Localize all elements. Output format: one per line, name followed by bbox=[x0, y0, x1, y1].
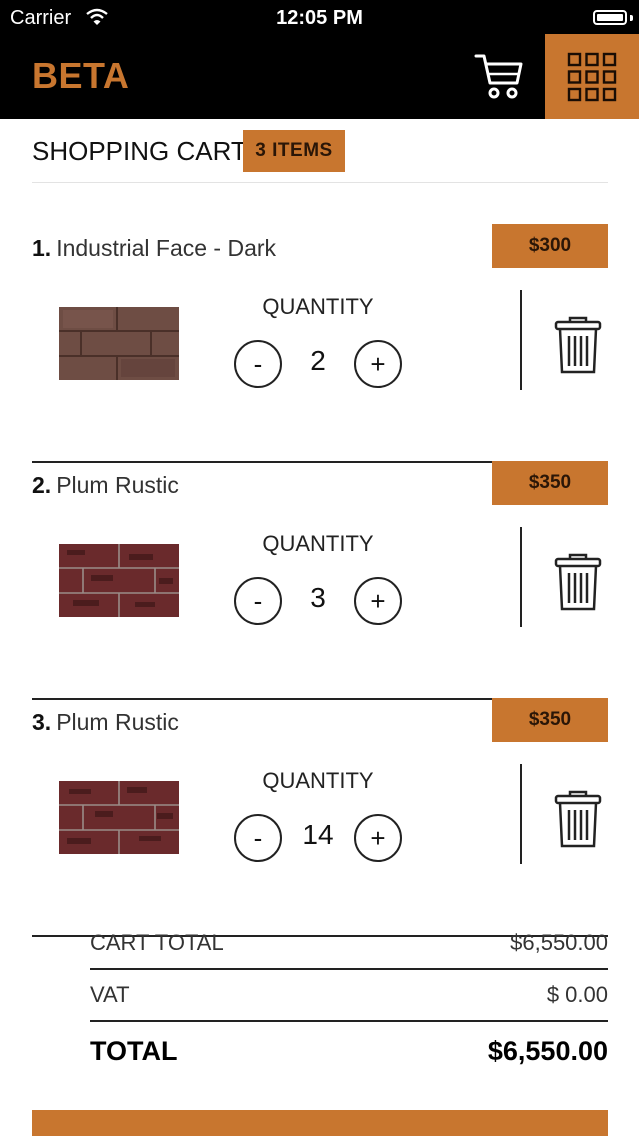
increase-quantity-button[interactable]: + bbox=[354, 814, 402, 862]
vat-value: $ 0.00 bbox=[546, 982, 608, 1007]
battery-tip bbox=[630, 15, 633, 21]
item-count-badge: 3 ITEMS bbox=[243, 130, 345, 172]
totals-section: CART TOTAL $6,550.00 VAT $ 0.00 TOTAL $6… bbox=[90, 918, 608, 1082]
cart-item: 2. Plum Rustic $350 QUANTITY - 3 + bbox=[32, 461, 608, 700]
app-header: Carrier 12:05 PM BETA bbox=[0, 0, 639, 119]
vat-row: VAT $ 0.00 bbox=[90, 970, 608, 1022]
item-title: Industrial Face - Dark bbox=[56, 235, 277, 261]
vertical-divider bbox=[520, 527, 522, 627]
item-price: $300 bbox=[492, 224, 608, 268]
grand-total-label: TOTAL bbox=[90, 1036, 178, 1066]
cart-total-value: $6,550.00 bbox=[510, 930, 608, 955]
shopping-cart-icon[interactable] bbox=[474, 50, 524, 102]
item-number: 2. bbox=[32, 472, 52, 498]
vertical-divider bbox=[520, 290, 522, 390]
vat-label: VAT bbox=[90, 982, 130, 1007]
vertical-divider bbox=[520, 764, 522, 864]
status-bar: Carrier 12:05 PM bbox=[0, 0, 639, 36]
grid-menu-button[interactable] bbox=[545, 34, 639, 119]
decrease-quantity-button[interactable]: - bbox=[234, 577, 282, 625]
item-title: Plum Rustic bbox=[56, 709, 179, 735]
brand-logo: BETA bbox=[32, 55, 130, 96]
quantity-label: QUANTITY bbox=[262, 768, 374, 793]
item-name: 1. Industrial Face - Dark bbox=[32, 235, 276, 262]
item-number: 1. bbox=[32, 235, 52, 261]
status-time: 12:05 PM bbox=[276, 7, 363, 29]
quantity-value: 14 bbox=[302, 819, 334, 850]
decrease-quantity-button[interactable]: - bbox=[234, 340, 282, 388]
battery-icon bbox=[593, 10, 627, 25]
item-title: Plum Rustic bbox=[56, 472, 179, 498]
product-thumbnail bbox=[59, 544, 179, 617]
item-number: 3. bbox=[32, 709, 52, 735]
cart-item: 3. Plum Rustic $350 QUANTITY - 14 + bbox=[32, 698, 608, 937]
trash-icon[interactable] bbox=[554, 553, 602, 611]
page-title: SHOPPING CART bbox=[32, 136, 247, 166]
cart-title-row: SHOPPING CART 3 ITEMS bbox=[32, 130, 608, 183]
cart-item: 1. Industrial Face - Dark $300 QUANTITY -… bbox=[32, 224, 608, 463]
cart-total-row: CART TOTAL $6,550.00 bbox=[90, 918, 608, 970]
trash-icon[interactable] bbox=[554, 316, 602, 374]
quantity-value: 2 bbox=[310, 345, 326, 376]
item-name: 2. Plum Rustic bbox=[32, 472, 179, 499]
grand-total-row: TOTAL $6,550.00 bbox=[90, 1022, 608, 1082]
decrease-quantity-button[interactable]: - bbox=[234, 814, 282, 862]
item-price: $350 bbox=[492, 461, 608, 505]
item-price: $350 bbox=[492, 698, 608, 742]
product-thumbnail bbox=[59, 781, 179, 854]
grid-menu-icon bbox=[567, 52, 617, 102]
increase-quantity-button[interactable]: + bbox=[354, 340, 402, 388]
checkout-button[interactable] bbox=[32, 1110, 608, 1136]
grand-total-value: $6,550.00 bbox=[487, 1036, 608, 1066]
quantity-label: QUANTITY bbox=[262, 294, 374, 319]
increase-quantity-button[interactable]: + bbox=[354, 577, 402, 625]
item-name: 3. Plum Rustic bbox=[32, 709, 179, 736]
product-thumbnail bbox=[59, 307, 179, 380]
quantity-value: 3 bbox=[310, 582, 326, 613]
quantity-label: QUANTITY bbox=[262, 531, 374, 556]
cart-total-label: CART TOTAL bbox=[90, 930, 224, 955]
trash-icon[interactable] bbox=[554, 790, 602, 848]
